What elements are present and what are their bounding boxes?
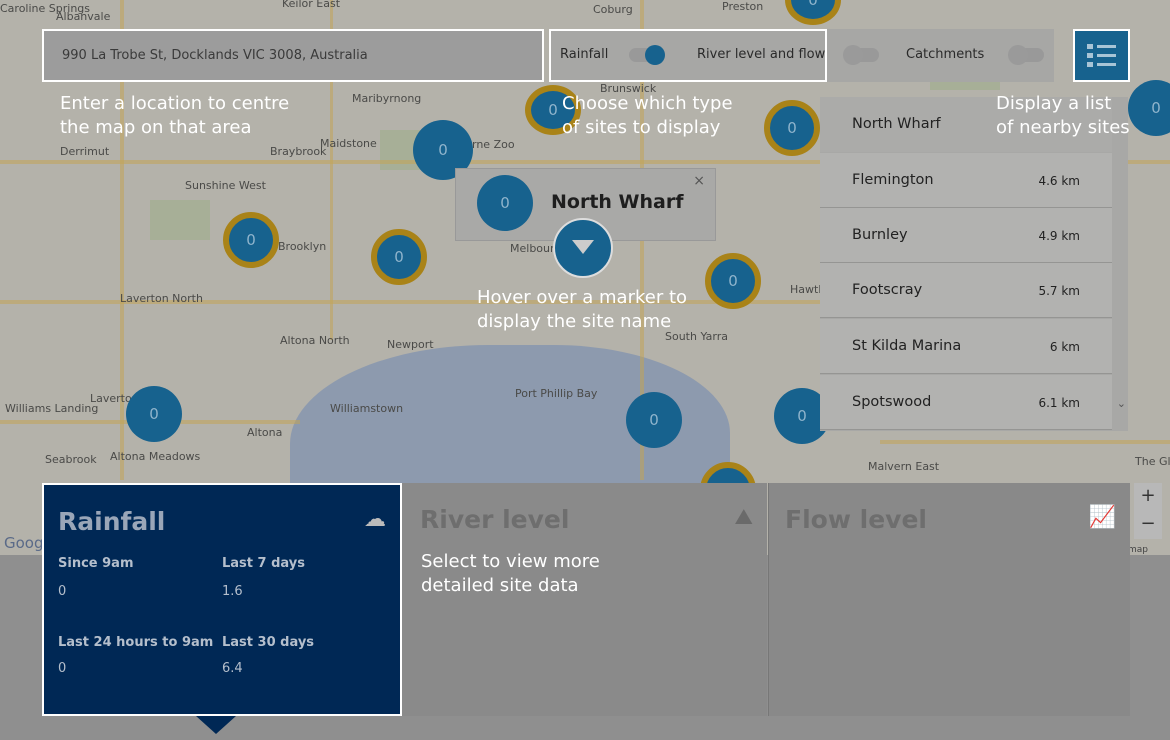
scroll-down-icon[interactable]: ⌄	[1117, 397, 1126, 410]
map-label: Brooklyn	[278, 240, 327, 253]
site-marker[interactable]: 0	[705, 253, 761, 309]
rain-cloud-icon: ☁	[364, 507, 386, 532]
river-level-title: River level	[420, 505, 570, 534]
site-list-button[interactable]	[1073, 29, 1130, 82]
rainfall-toggle[interactable]	[629, 45, 665, 65]
map-label: Derrimut	[60, 145, 110, 158]
site-marker[interactable]: 0	[223, 212, 279, 268]
flow-level-panel[interactable]: Flow level 📈	[768, 483, 1130, 716]
map-label: Albanvale	[56, 10, 111, 23]
site-list-item[interactable]: Burnley 4.9 km	[820, 208, 1112, 263]
map-zoom-controls: + −	[1134, 483, 1162, 539]
zoom-in-button[interactable]: +	[1134, 483, 1162, 511]
last-30-days-value: 6.4	[222, 661, 243, 676]
river-level-panel[interactable]: River level ⛰	[402, 483, 767, 716]
river-level-icon: ⛰	[734, 505, 753, 530]
toggle-label-catchments: Catchments	[906, 47, 985, 62]
site-type-toggles: Rainfall River level and flow Catchments	[549, 29, 1054, 82]
map-label: Coburg	[593, 3, 633, 16]
popup-title: North Wharf	[551, 191, 684, 213]
since-9am-value: 0	[58, 584, 67, 599]
river-level-flow-toggle[interactable]	[843, 45, 879, 65]
tip-marker: Hover over a marker to display the site n…	[477, 287, 688, 332]
toggle-label-rainfall: Rainfall	[560, 47, 609, 62]
map-label: Preston	[722, 0, 764, 13]
site-marker[interactable]: 0	[626, 392, 682, 448]
site-list-item[interactable]: Flemington 4.6 km	[820, 153, 1112, 208]
catchments-toggle[interactable]	[1008, 45, 1044, 65]
last-7-days-label: Last 7 days	[222, 556, 305, 571]
rainfall-panel[interactable]: Rainfall ☁ Since 9am 0 Last 7 days 1.6 L…	[42, 483, 402, 716]
site-list-item[interactable]: St Kilda Marina 6 km	[820, 319, 1112, 374]
flow-level-title: Flow level	[785, 505, 927, 534]
toggle-label-river: River level and flow	[697, 47, 826, 62]
map-label: Williamstown	[330, 402, 404, 415]
site-marker[interactable]: 0	[764, 100, 820, 156]
map-label: Newport	[387, 338, 434, 351]
last-7-days-value: 1.6	[222, 584, 243, 599]
map-label: Maidstone	[320, 137, 377, 150]
zoom-out-button[interactable]: −	[1134, 511, 1162, 539]
last-30-days-label: Last 30 days	[222, 635, 315, 650]
map-label: Altona	[247, 426, 283, 439]
site-list-item[interactable]: Footscray 5.7 km	[820, 263, 1112, 318]
tip-search: Enter a location to centre the map on tha…	[60, 93, 290, 138]
map-label: Malvern East	[868, 460, 940, 473]
tip-toggles: Choose which type of sites to display	[562, 93, 733, 138]
site-marker[interactable]: 0	[785, 0, 841, 25]
nearby-sites-list: North Wharf Flemington 4.6 km Burnley 4.9 …	[820, 97, 1128, 431]
map-label: Keilor East	[282, 0, 341, 10]
rainfall-title: Rainfall	[58, 507, 166, 536]
map-error-link[interactable]: map error	[1128, 545, 1170, 555]
map-label: Braybrook	[270, 145, 327, 158]
last-24-hours-label: Last 24 hours to 9am	[58, 635, 214, 650]
map-label: The Glen	[1135, 455, 1170, 468]
since-9am-label: Since 9am	[58, 556, 134, 571]
map-label: Sunshine West	[185, 179, 266, 192]
map-label: Altona Meadows	[110, 450, 201, 463]
last-24-hours-value: 0	[58, 661, 67, 676]
close-icon[interactable]: ×	[693, 173, 705, 189]
tip-list: Display a list of nearby sites	[996, 93, 1130, 138]
search-value: 990 La Trobe St, Docklands VIC 3008, Aus…	[62, 48, 368, 63]
popup-marker: 0	[477, 175, 533, 231]
selected-panel-indicator	[196, 716, 236, 734]
map-label: Maribyrnong	[352, 92, 422, 105]
map-label: Altona North	[280, 334, 350, 347]
site-marker[interactable]: 0	[371, 229, 427, 285]
site-marker[interactable]: 0	[126, 386, 182, 442]
pointer-icon	[572, 240, 594, 254]
hovered-marker[interactable]	[553, 218, 613, 278]
list-icon	[1086, 43, 1116, 67]
site-marker[interactable]: 0	[1128, 80, 1170, 136]
site-list-item[interactable]: Spotswood 6.1 km	[820, 375, 1112, 430]
map-label: Laverton North	[120, 292, 203, 305]
map-label: Port Phillip Bay	[515, 387, 598, 400]
map-label: Seabrook	[45, 453, 97, 466]
map-label: Williams Landing	[5, 402, 99, 415]
tip-panels: Select to view more detailed site data	[421, 551, 600, 596]
flow-level-icon: 📈	[1088, 505, 1116, 530]
location-search-input[interactable]: 990 La Trobe St, Docklands VIC 3008, Aus…	[42, 29, 544, 82]
